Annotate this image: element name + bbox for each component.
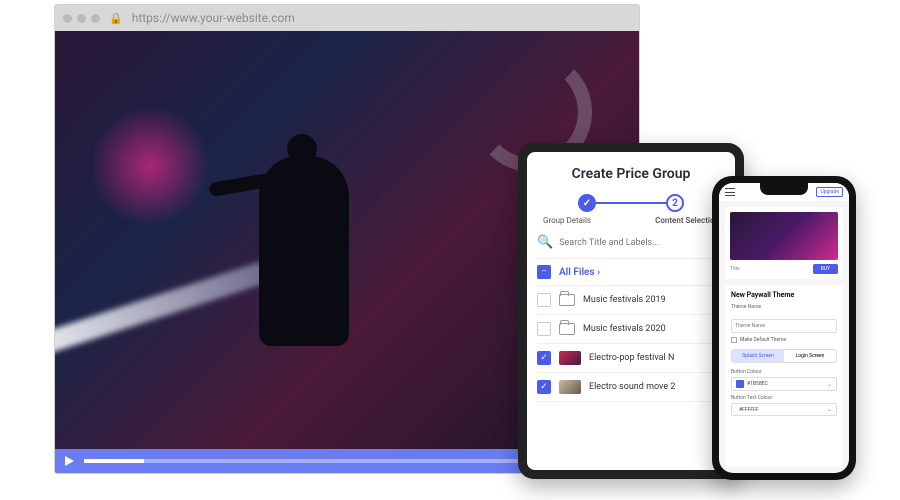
chevron-down-icon: ⌄ bbox=[827, 381, 832, 388]
file-row[interactable]: Music festivals 2019 bbox=[537, 286, 725, 315]
theme-name-label: Theme Name bbox=[731, 304, 837, 310]
upgrade-button[interactable]: Upgrade bbox=[816, 187, 843, 197]
file-checkbox[interactable]: ✓ bbox=[537, 380, 551, 394]
search-input[interactable] bbox=[559, 238, 725, 248]
all-files-row[interactable]: − All Files › bbox=[537, 258, 725, 286]
step-connector bbox=[596, 202, 666, 204]
tab-splash[interactable]: Splash Screen bbox=[732, 350, 784, 362]
theme-name-input[interactable] bbox=[731, 319, 837, 333]
file-row[interactable]: Music festivals 2020 bbox=[537, 315, 725, 344]
file-checkbox[interactable] bbox=[537, 293, 551, 307]
video-thumbnail bbox=[559, 380, 581, 394]
phone-device: Upgrade Title BUY New Paywall Theme Them… bbox=[712, 176, 856, 480]
video-thumbnail bbox=[559, 351, 581, 365]
lock-icon: 🔒 bbox=[109, 12, 123, 25]
default-theme-row[interactable]: Make Default Theme bbox=[731, 337, 837, 343]
step-1-label: Group Details bbox=[543, 216, 591, 225]
file-checkbox[interactable] bbox=[537, 322, 551, 336]
step-labels: Group Details Content Selection bbox=[537, 216, 725, 225]
phone-screen: Upgrade Title BUY New Paywall Theme Them… bbox=[719, 183, 849, 473]
button-color-value: #1B58EC bbox=[747, 381, 827, 387]
tablet-screen: Create Price Group ✓ 2 Group Details Con… bbox=[527, 152, 735, 470]
window-dot[interactable] bbox=[63, 14, 72, 23]
all-files-label: All Files › bbox=[559, 267, 600, 278]
form-title: New Paywall Theme bbox=[731, 291, 837, 299]
button-text-color-value: #FFFFFF bbox=[739, 407, 827, 413]
window-dot[interactable] bbox=[91, 14, 100, 23]
preview-title: Title bbox=[730, 266, 740, 272]
color-swatch bbox=[736, 380, 744, 388]
hamburger-icon[interactable] bbox=[725, 188, 735, 196]
search-row: 🔍 bbox=[537, 235, 725, 250]
file-name: Electro-pop festival N bbox=[589, 353, 674, 363]
button-text-color-field[interactable]: #FFFFFF ⌄ bbox=[731, 403, 837, 416]
file-name: Music festivals 2019 bbox=[583, 295, 666, 305]
file-row[interactable]: ✓ Electro sound move 2 bbox=[537, 373, 725, 402]
tab-login[interactable]: Login Screen bbox=[784, 350, 836, 362]
preview-image bbox=[730, 212, 838, 260]
tablet-device: Create Price Group ✓ 2 Group Details Con… bbox=[518, 143, 744, 479]
button-color-field[interactable]: #1B58EC ⌄ bbox=[731, 377, 837, 391]
default-theme-checkbox[interactable] bbox=[731, 337, 737, 343]
buy-button[interactable]: BUY bbox=[813, 264, 838, 274]
folder-icon bbox=[559, 294, 575, 306]
url-display: https://www.your-website.com bbox=[132, 11, 295, 25]
window-dot[interactable] bbox=[77, 14, 86, 23]
play-icon[interactable] bbox=[65, 456, 74, 466]
default-theme-label: Make Default Theme bbox=[740, 337, 786, 343]
stage-light bbox=[90, 106, 210, 226]
button-color-label: Button Colour bbox=[731, 369, 837, 375]
step-2-label: Content Selection bbox=[655, 216, 719, 225]
theme-form: New Paywall Theme Theme Name Make Defaul… bbox=[725, 285, 843, 467]
all-files-checkbox[interactable]: − bbox=[537, 265, 551, 279]
file-name: Electro sound move 2 bbox=[589, 382, 675, 392]
step-2[interactable]: 2 bbox=[666, 194, 684, 212]
file-name: Music festivals 2020 bbox=[583, 324, 666, 334]
phone-notch bbox=[760, 183, 808, 195]
page-title: Create Price Group bbox=[537, 166, 725, 182]
file-checkbox[interactable]: ✓ bbox=[537, 351, 551, 365]
search-icon[interactable]: 🔍 bbox=[537, 235, 553, 250]
paywall-preview: Title BUY bbox=[725, 207, 843, 279]
browser-toolbar: 🔒 https://www.your-website.com bbox=[55, 5, 639, 31]
step-1-done-icon[interactable]: ✓ bbox=[578, 194, 596, 212]
performer-silhouette bbox=[259, 156, 349, 346]
screen-tabs: Splash Screen Login Screen bbox=[731, 349, 837, 363]
chevron-down-icon: ⌄ bbox=[827, 406, 832, 413]
folder-icon bbox=[559, 323, 575, 335]
stepper: ✓ 2 bbox=[537, 194, 725, 212]
button-text-color-label: Button Text Colour bbox=[731, 395, 837, 401]
file-row[interactable]: ✓ Electro-pop festival N bbox=[537, 344, 725, 373]
